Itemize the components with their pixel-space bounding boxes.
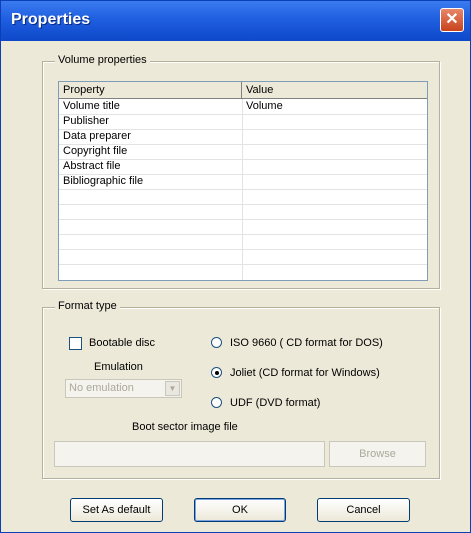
empty-row [59, 234, 427, 250]
boot-sector-input[interactable] [54, 441, 325, 467]
chevron-down-icon[interactable]: ▼ [165, 381, 180, 396]
empty-row [59, 249, 427, 265]
property-cell: Publisher [63, 115, 109, 127]
properties-list[interactable]: Property Value Volume title Volume Publi… [58, 81, 428, 281]
boot-sector-label: Boot sector image file [132, 421, 238, 433]
column-header-value[interactable]: Value [242, 82, 427, 99]
value-cell: Volume [246, 100, 283, 112]
volume-properties-legend: Volume properties [55, 54, 150, 66]
udf-label: UDF (DVD format) [230, 397, 321, 409]
browse-button[interactable]: Browse [329, 441, 426, 467]
emulation-select[interactable]: No emulation ▼ [65, 379, 182, 398]
title-bar[interactable]: Properties ✕ [1, 1, 470, 41]
property-cell: Volume title [63, 100, 120, 112]
iso9660-label: ISO 9660 ( CD format for DOS) [230, 337, 383, 349]
radio-joliet[interactable] [211, 367, 222, 378]
bootable-disc-checkbox[interactable] [69, 337, 82, 350]
table-row[interactable]: Data preparer [59, 129, 427, 145]
empty-row [59, 189, 427, 205]
table-row[interactable]: Abstract file [59, 159, 427, 175]
joliet-label: Joliet (CD format for Windows) [230, 367, 380, 379]
empty-row [59, 219, 427, 235]
cancel-button[interactable]: Cancel [317, 498, 410, 522]
set-as-default-button[interactable]: Set As default [70, 498, 163, 522]
emulation-label: Emulation [94, 361, 143, 373]
bootable-disc-label: Bootable disc [89, 337, 156, 349]
property-cell: Abstract file [63, 160, 121, 172]
close-icon[interactable]: ✕ [440, 8, 464, 32]
radio-iso9660[interactable] [211, 337, 222, 348]
property-cell: Copyright file [63, 145, 128, 157]
radio-udf[interactable] [211, 397, 222, 408]
table-row[interactable]: Publisher [59, 114, 427, 130]
property-cell: Data preparer [63, 130, 131, 142]
column-header-property[interactable]: Property [59, 82, 242, 99]
ok-button[interactable]: OK [194, 498, 286, 522]
table-row[interactable]: Bibliographic file [59, 174, 427, 190]
empty-row [59, 204, 427, 220]
properties-dialog: Properties ✕ Volume properties Property … [0, 0, 471, 533]
emulation-value: No emulation [69, 382, 134, 394]
window-title: Properties [11, 11, 91, 28]
property-cell: Bibliographic file [63, 175, 144, 187]
table-row[interactable]: Volume title Volume [59, 99, 427, 115]
format-type-legend: Format type [55, 300, 120, 312]
table-row[interactable]: Copyright file [59, 144, 427, 160]
